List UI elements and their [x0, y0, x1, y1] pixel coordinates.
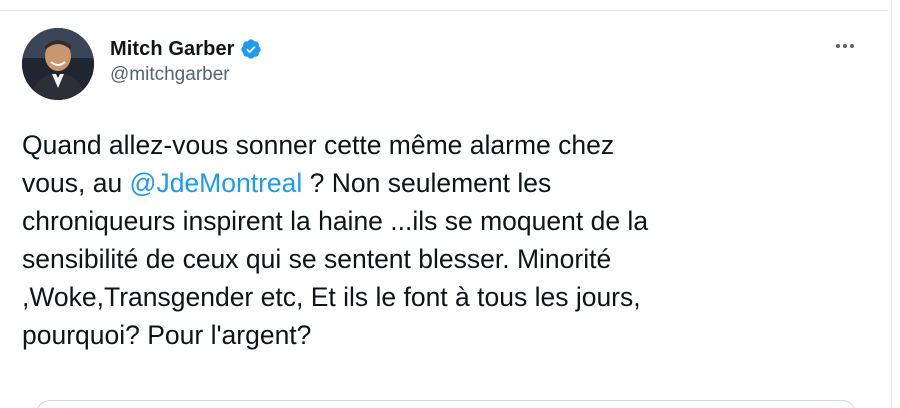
mention-link[interactable]: @JdeMontreal — [130, 168, 303, 198]
right-divider — [891, 0, 892, 408]
more-horizontal-icon — [836, 44, 854, 48]
tweet-header: Mitch Garber @mitchgarber — [22, 28, 872, 100]
author-info: Mitch Garber @mitchgarber — [110, 36, 262, 86]
author-display-name[interactable]: Mitch Garber — [110, 38, 235, 61]
more-options-button[interactable] — [830, 34, 860, 58]
top-divider — [0, 0, 888, 11]
tweet-screenshot: Mitch Garber @mitchgarber Quand allez-vo… — [0, 0, 900, 408]
tweet-text: Quand allez-vous sonner cette même alarm… — [22, 126, 872, 354]
verified-badge-icon — [240, 38, 262, 60]
author-handle[interactable]: @mitchgarber — [110, 64, 262, 86]
embedded-card-edge[interactable] — [36, 400, 856, 408]
author-name-row: Mitch Garber — [110, 36, 262, 62]
avatar[interactable] — [22, 28, 94, 100]
avatar-photo — [22, 28, 94, 100]
